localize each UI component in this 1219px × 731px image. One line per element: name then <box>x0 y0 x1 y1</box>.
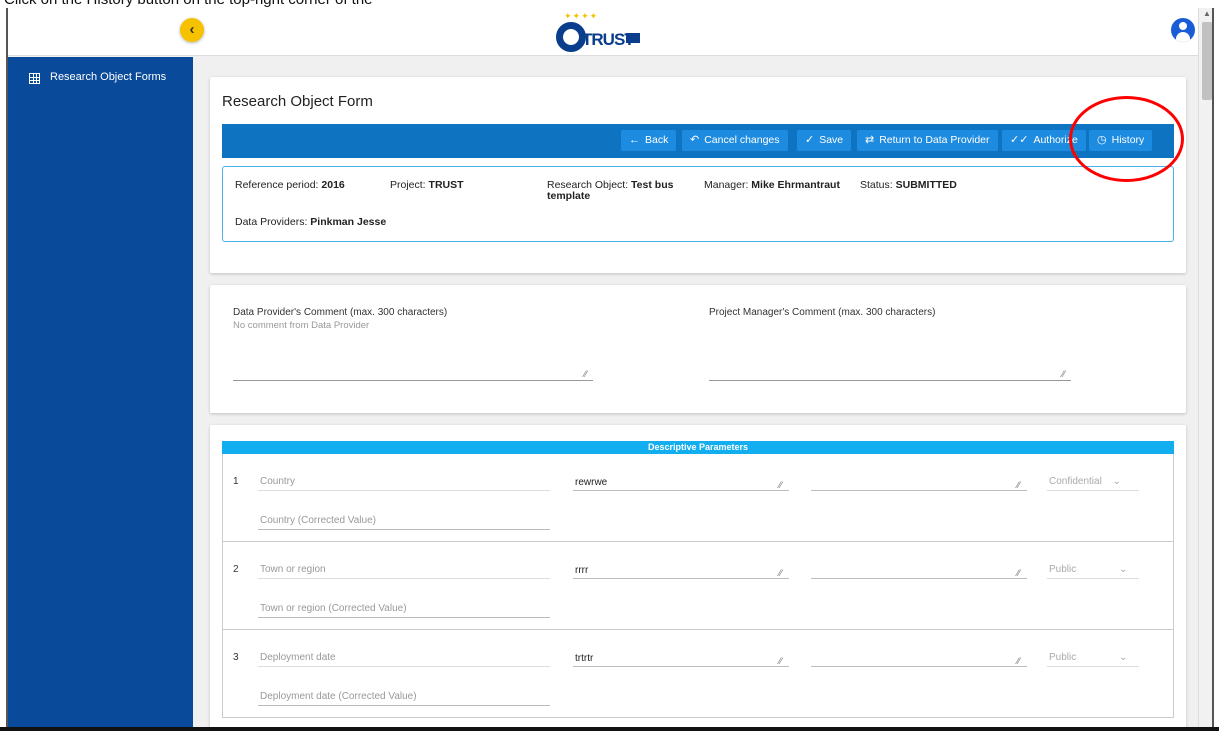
provider-comment-label: Data Provider's Comment (max. 300 charac… <box>233 307 448 318</box>
param-corrected-label: Town or region (Corrected Value) <box>260 603 407 614</box>
provider-comment-placeholder: No comment from Data Provider <box>233 320 370 331</box>
param-corrected-input[interactable] <box>258 617 550 618</box>
reference-period: Reference period: 2016 <box>235 179 345 191</box>
data-providers-info: Data Providers: Pinkman Jesse <box>235 216 387 228</box>
arrow-left-icon: ← <box>629 134 640 146</box>
param-corrected-label: Deployment date (Corrected Value) <box>260 691 417 702</box>
param-row: 3 Deployment date trtrtr ⁄⁄ ⁄⁄ Public ⌄ … <box>222 630 1174 718</box>
comments-card: Data Provider's Comment (max. 300 charac… <box>210 285 1186 413</box>
param-row: 1 Country rewrwe ⁄⁄ ⁄⁄ Confidential ⌄ Co… <box>222 454 1174 542</box>
swap-icon: ⇄ <box>865 134 875 146</box>
param-comment-input[interactable] <box>811 666 1027 667</box>
key-icon <box>626 33 640 43</box>
param-number: 3 <box>233 652 239 663</box>
cancel-changes-button[interactable]: ↶ Cancel changes <box>682 130 788 151</box>
grid-icon <box>29 73 40 84</box>
screen-bottom-edge <box>0 727 1219 731</box>
descriptive-parameters-card: Descriptive Parameters 1 Country rewrwe … <box>210 425 1186 727</box>
research-object-info: Research Object: Test bus template <box>547 179 674 202</box>
sidebar-item-label: Research Object Forms <box>50 71 167 83</box>
param-value-input[interactable]: rrrr <box>575 565 588 576</box>
param-value-input[interactable]: trtrtr <box>575 653 593 664</box>
resize-handle-icon[interactable]: ⁄⁄ <box>779 568 782 578</box>
param-name: Deployment date <box>260 652 336 663</box>
save-button[interactable]: ✓ Save <box>797 130 852 151</box>
visibility-select[interactable]: Confidential ⌄ <box>1049 476 1121 487</box>
form-info-box: Reference period: 2016 Project: TRUST Re… <box>222 166 1174 242</box>
manager-comment-field[interactable] <box>709 380 1071 381</box>
param-corrected-label: Country (Corrected Value) <box>260 515 376 526</box>
instruction-caption: Click on the History button on the top-r… <box>0 0 1219 8</box>
scroll-up-icon[interactable]: ▲ <box>1203 9 1211 18</box>
main-content: Research Object Form ← Back ↶ Cancel chang… <box>193 57 1198 727</box>
manager-info: Manager: Mike Ehrmantraut <box>704 179 840 191</box>
trust-logo: ✦✦✦✦ TRUST <box>554 11 664 54</box>
resize-handle-icon[interactable]: ⁄⁄ <box>1017 480 1020 490</box>
param-corrected-input[interactable] <box>258 705 550 706</box>
resize-handle-icon[interactable]: ⁄⁄ <box>1017 568 1020 578</box>
chevron-left-icon: ‹ <box>189 21 195 38</box>
descriptive-parameters-header: Descriptive Parameters <box>222 441 1174 454</box>
provider-comment-field[interactable] <box>233 380 593 381</box>
caption-text: Click on the History button on the top-r… <box>4 0 373 8</box>
param-corrected-input[interactable] <box>258 529 550 530</box>
project-info: Project: TRUST <box>390 179 464 191</box>
manager-comment-label: Project Manager's Comment (max. 300 char… <box>709 307 936 318</box>
status-info: Status: SUBMITTED <box>860 179 957 191</box>
param-number: 1 <box>233 476 239 487</box>
scrollbar-thumb[interactable] <box>1202 22 1212 100</box>
resize-handle-icon[interactable]: ⁄⁄ <box>779 656 782 666</box>
param-name: Country <box>260 476 296 487</box>
chevron-down-icon: ⌄ <box>1119 652 1128 663</box>
vertical-scrollbar[interactable]: ▲ <box>1198 8 1212 727</box>
history-highlight-annotation <box>1069 96 1184 182</box>
return-to-data-provider-button[interactable]: ⇄ Return to Data Provider <box>857 130 998 151</box>
visibility-select[interactable]: Public ⌄ <box>1049 652 1127 663</box>
param-comment-input[interactable] <box>811 578 1027 579</box>
param-comment-input[interactable] <box>811 490 1027 491</box>
param-number: 2 <box>233 564 239 575</box>
sidebar: Research Object Forms <box>8 57 193 727</box>
resize-handle-icon[interactable]: ⁄⁄ <box>1017 656 1020 666</box>
chevron-down-icon: ⌄ <box>1119 564 1128 575</box>
form-toolbar: ← Back ↶ Cancel changes ✓ Save ⇄ Return to D… <box>222 124 1174 158</box>
param-value-input[interactable]: rewrwe <box>575 477 607 488</box>
undo-icon: ↶ <box>690 134 700 146</box>
resize-handle-icon[interactable]: ⁄⁄ <box>1062 369 1065 379</box>
stars-icon: ✦✦✦✦ <box>564 11 599 21</box>
resize-handle-icon[interactable]: ⁄⁄ <box>584 369 587 379</box>
visibility-select[interactable]: Public ⌄ <box>1049 564 1127 575</box>
resize-handle-icon[interactable]: ⁄⁄ <box>779 480 782 490</box>
param-name: Town or region <box>260 564 326 575</box>
back-button[interactable]: ← Back <box>621 130 677 151</box>
param-row: 2 Town or region rrrr ⁄⁄ ⁄⁄ Public ⌄ Tow… <box>222 542 1174 630</box>
user-avatar-icon[interactable] <box>1171 18 1195 42</box>
sidebar-toggle-button[interactable]: ‹ <box>180 18 204 42</box>
page-title: Research Object Form <box>222 93 373 110</box>
chevron-down-icon: ⌄ <box>1112 476 1121 487</box>
browser-frame: ✦✦✦✦ TRUST ‹ Research Object Forms Resea… <box>6 8 1214 727</box>
check-icon: ✓ <box>805 134 815 146</box>
form-header-card: Research Object Form ← Back ↶ Cancel chang… <box>210 77 1186 273</box>
sidebar-item-research-object-forms[interactable]: Research Object Forms <box>8 69 193 91</box>
double-check-icon: ✓✓ <box>1010 134 1029 146</box>
